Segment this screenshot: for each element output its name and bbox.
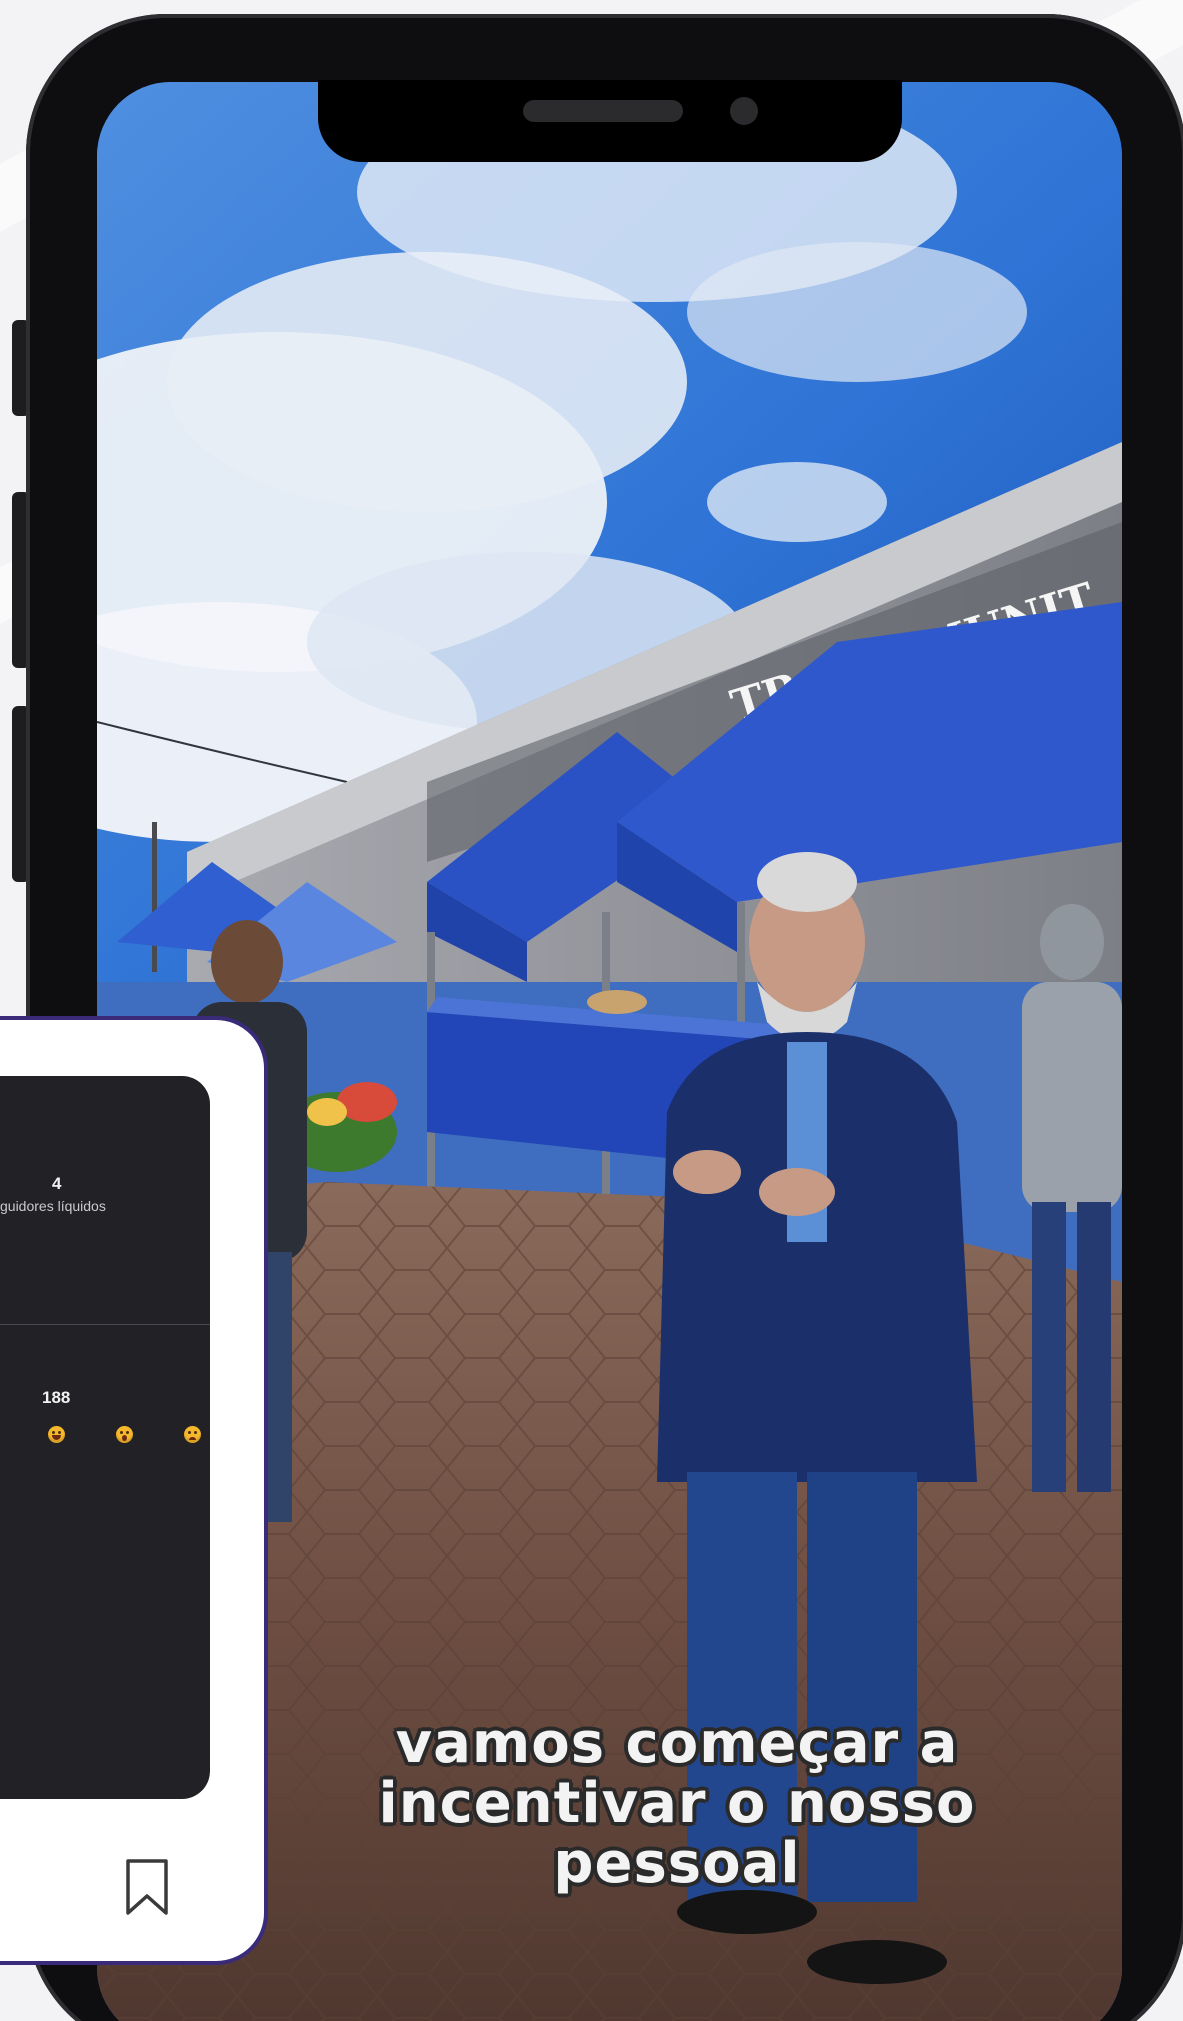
page-stage: TRO COMUNIT (0, 0, 1183, 2021)
wow-emoji (116, 1426, 133, 1443)
insights-card: 4 guidores líquidos 188 (0, 1016, 268, 1965)
followers-label: guidores líquidos (0, 1198, 106, 1214)
front-camera (730, 97, 758, 125)
insights-panel: 4 guidores líquidos 188 (0, 1076, 210, 1799)
sad-emoji (184, 1426, 201, 1443)
panel-divider (0, 1324, 210, 1325)
caption-line-2: incentivar o nosso (378, 1771, 976, 1836)
phone-notch (318, 80, 902, 162)
laugh-emoji (48, 1426, 65, 1443)
caption-line-3: pessoal (553, 1831, 801, 1896)
bookmark-icon[interactable] (124, 1858, 170, 1916)
video-caption: vamos começar a incentivar o nosso pesso… (277, 1714, 1077, 1894)
reactions-value: 188 (42, 1388, 71, 1407)
speaker-grille (523, 100, 683, 122)
caption-line-1: vamos começar a (395, 1711, 959, 1776)
followers-value: 4 (52, 1174, 62, 1193)
